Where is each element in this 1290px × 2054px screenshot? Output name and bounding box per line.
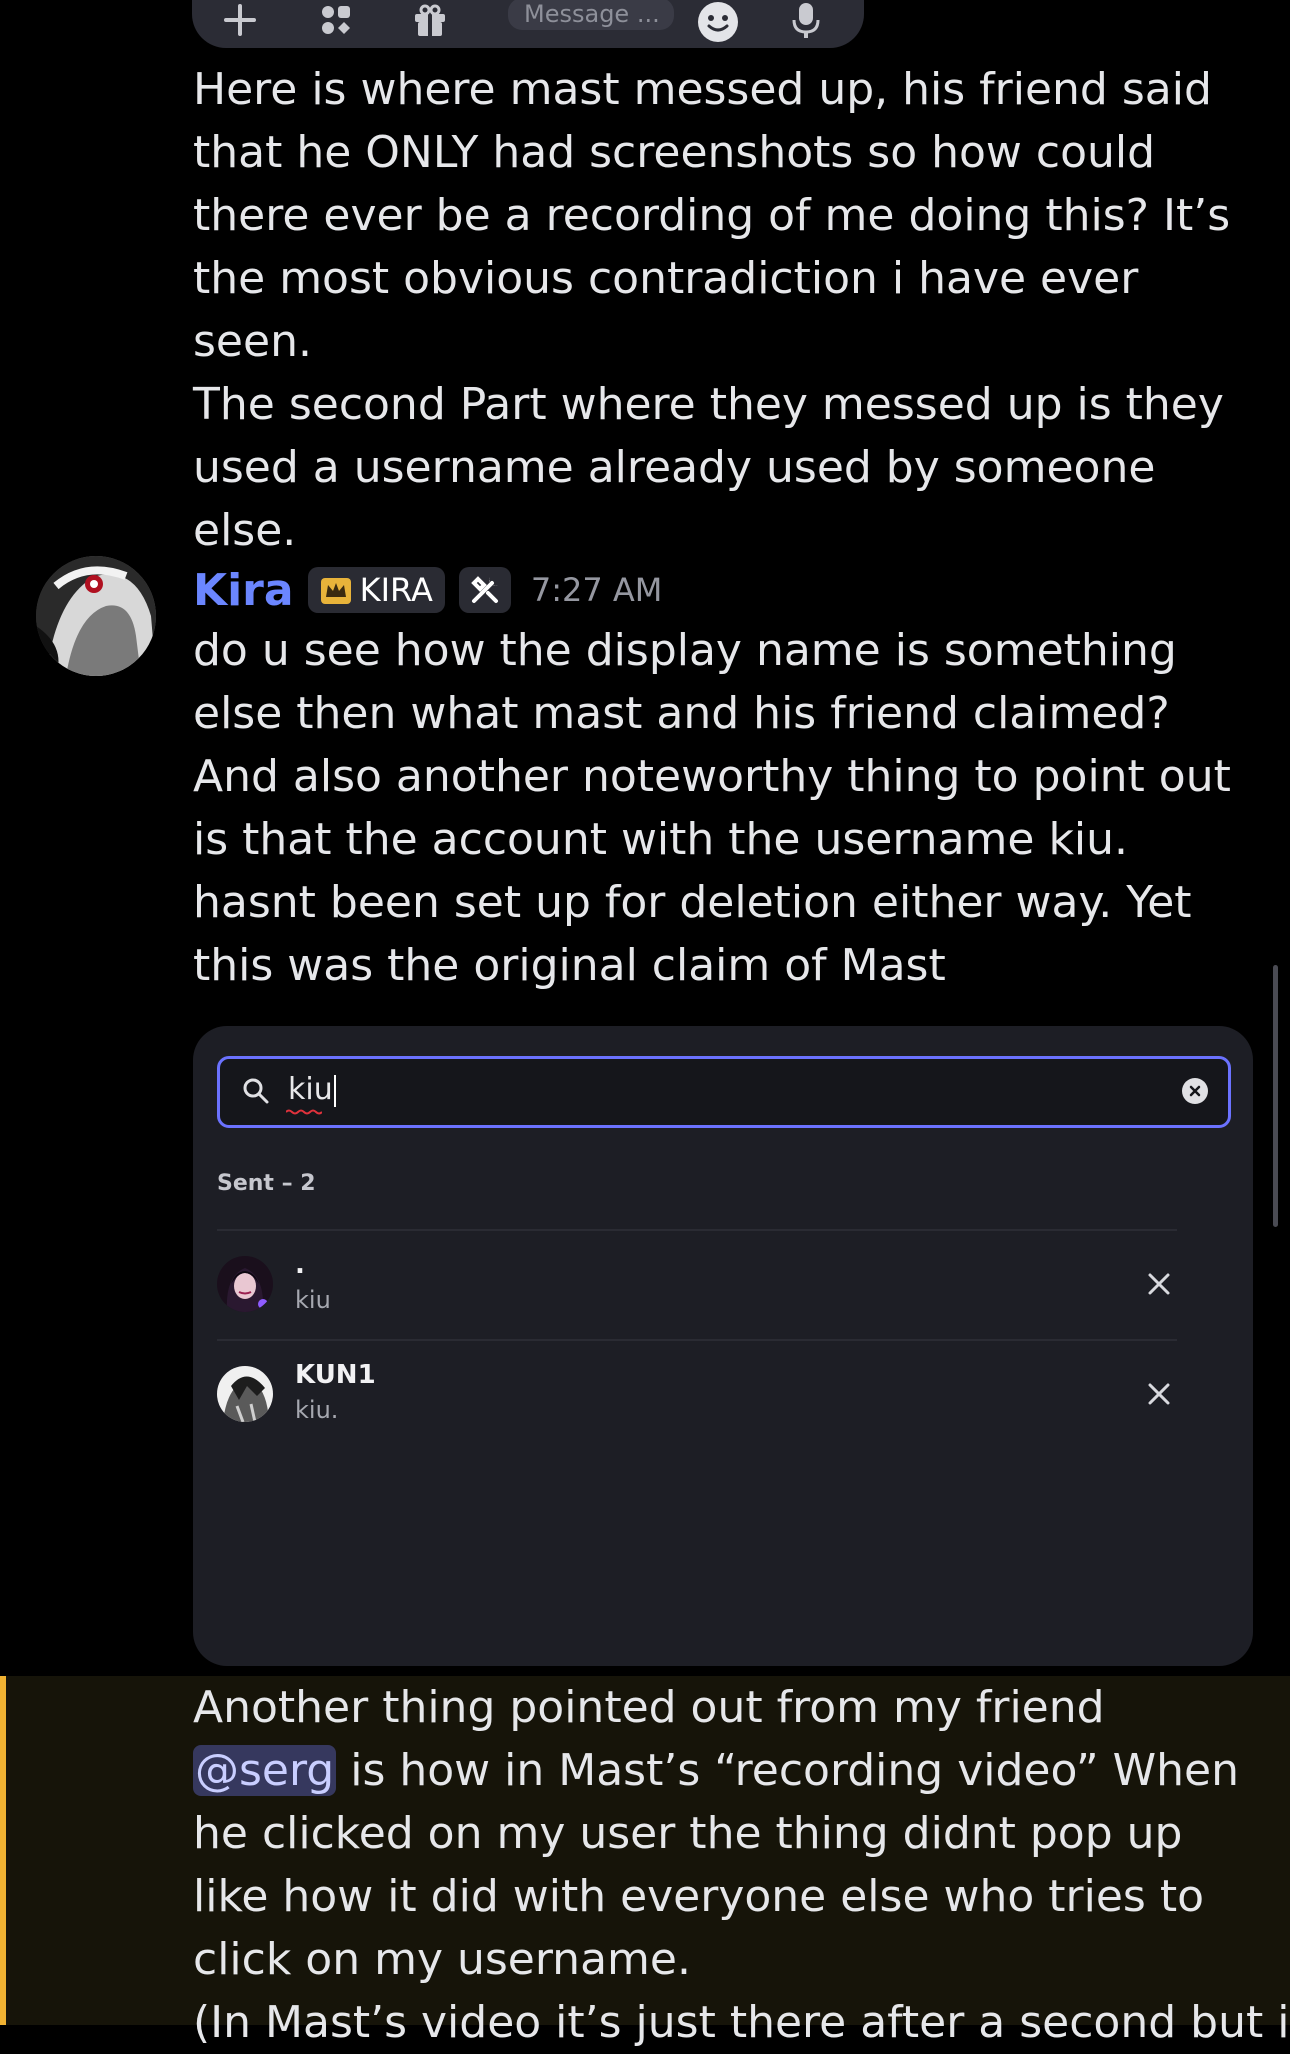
avatar <box>217 1256 273 1312</box>
message-header: Kira KIRA 7:27 AM <box>193 556 662 624</box>
close-icon <box>1189 1085 1201 1097</box>
emoji-icon[interactable] <box>696 0 740 48</box>
scrollbar[interactable] <box>1273 965 1278 1227</box>
gift-icon[interactable] <box>410 0 450 44</box>
avatar[interactable] <box>36 556 156 676</box>
close-icon[interactable] <box>1141 1376 1177 1412</box>
spellcheck-underline <box>286 1109 322 1115</box>
clear-search-button[interactable] <box>1182 1078 1208 1104</box>
timestamp: 7:27 AM <box>530 571 663 609</box>
role-tag[interactable]: KIRA <box>307 567 445 613</box>
message-text: (In Mast’s video it’s just there after a… <box>193 1997 1290 2048</box>
message-input[interactable]: Message ... <box>508 0 674 30</box>
message-bar: Message ... <box>192 0 864 48</box>
username[interactable]: Kira <box>193 565 294 616</box>
highlight-bar <box>0 1676 6 2025</box>
section-label: Sent – 2 <box>217 1171 316 1196</box>
divider <box>217 1229 1177 1231</box>
user-mention[interactable]: @serg <box>193 1745 337 1796</box>
message-text: Another thing pointed out from my friend… <box>193 1682 1239 1985</box>
plus-icon[interactable] <box>220 0 260 44</box>
list-item[interactable]: . kiu <box>217 1234 1177 1334</box>
search-value: kiu <box>288 1072 336 1107</box>
close-icon[interactable] <box>1141 1266 1177 1302</box>
apps-icon[interactable] <box>316 0 356 44</box>
message-text: do u see how the display name is somethi… <box>193 625 1231 991</box>
list-item[interactable]: KUN1 kiu. <box>217 1344 1177 1444</box>
message-text: Here is where mast messed up, his friend… <box>193 64 1231 367</box>
message-text: The second Part where they messed up is … <box>193 379 1224 556</box>
microphone-icon[interactable] <box>786 0 826 44</box>
avatar <box>217 1366 273 1422</box>
embedded-screenshot[interactable]: kiu Sent – 2 . kiu KUN1 kiu. <box>193 1026 1253 1666</box>
crown-icon <box>320 578 351 604</box>
divider <box>217 1339 1177 1341</box>
friend-username: kiu. <box>295 1396 339 1424</box>
tools-icon <box>458 567 511 613</box>
friend-username: kiu <box>295 1286 331 1314</box>
role-tag-label: KIRA <box>359 571 433 609</box>
friend-display-name: KUN1 <box>295 1360 376 1390</box>
friend-display-name: . <box>295 1250 305 1280</box>
search-input[interactable]: kiu <box>217 1056 1231 1128</box>
search-icon <box>243 1078 269 1104</box>
